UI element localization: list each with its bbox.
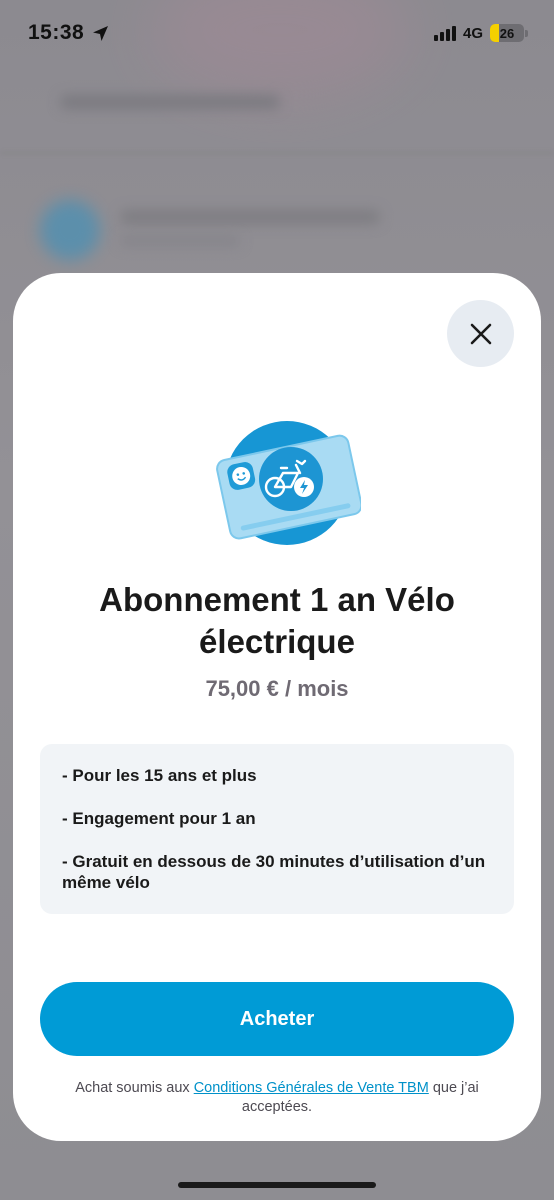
- close-icon: [470, 323, 491, 344]
- battery-cap: [525, 29, 528, 37]
- feature-item: - Pour les 15 ans et plus: [62, 766, 257, 785]
- electric-bike-card-icon: [216, 421, 361, 545]
- battery-indicator: 26: [490, 24, 528, 42]
- home-indicator[interactable]: [178, 1182, 376, 1188]
- battery-fill: [490, 24, 499, 42]
- product-title: Abonnement 1 an Vélo électrique: [99, 581, 455, 660]
- status-right: 4G 26: [433, 24, 528, 42]
- legal-prefix: Achat soumis aux: [75, 1080, 194, 1096]
- status-left: 15:38: [28, 21, 109, 45]
- feature-item: - Engagement pour 1 an: [62, 809, 256, 828]
- location-arrow-icon: [92, 25, 109, 42]
- battery-icon: 26: [490, 24, 524, 42]
- background-divider: [0, 152, 554, 154]
- network-type: 4G: [462, 24, 483, 42]
- legal-notice: Achat soumis aux Conditions Générales de…: [53, 1079, 501, 1117]
- status-bar: 15:38 4G 26: [0, 0, 554, 66]
- status-time: 15:38: [28, 21, 85, 44]
- background-avatar: [40, 200, 100, 260]
- close-button[interactable]: [447, 300, 514, 367]
- features-box: - Pour les 15 ans et plus - Engagement p…: [40, 744, 514, 914]
- background-header-text: [60, 95, 280, 109]
- terms-link[interactable]: Conditions Générales de Vente TBM: [194, 1080, 429, 1096]
- feature-item: - Gratuit en dessous de 30 minutes d’uti…: [62, 852, 486, 892]
- subscription-sheet: Abonnement 1 an Vélo électrique 75,00 € …: [13, 273, 541, 1141]
- cellular-signal-icon: [433, 25, 456, 41]
- product-price: 75,00 € / mois: [205, 676, 349, 701]
- background-list-text: [120, 210, 380, 224]
- background-list-subtext: [120, 236, 240, 246]
- battery-level: 26: [499, 25, 515, 41]
- buy-button[interactable]: Acheter: [40, 982, 514, 1056]
